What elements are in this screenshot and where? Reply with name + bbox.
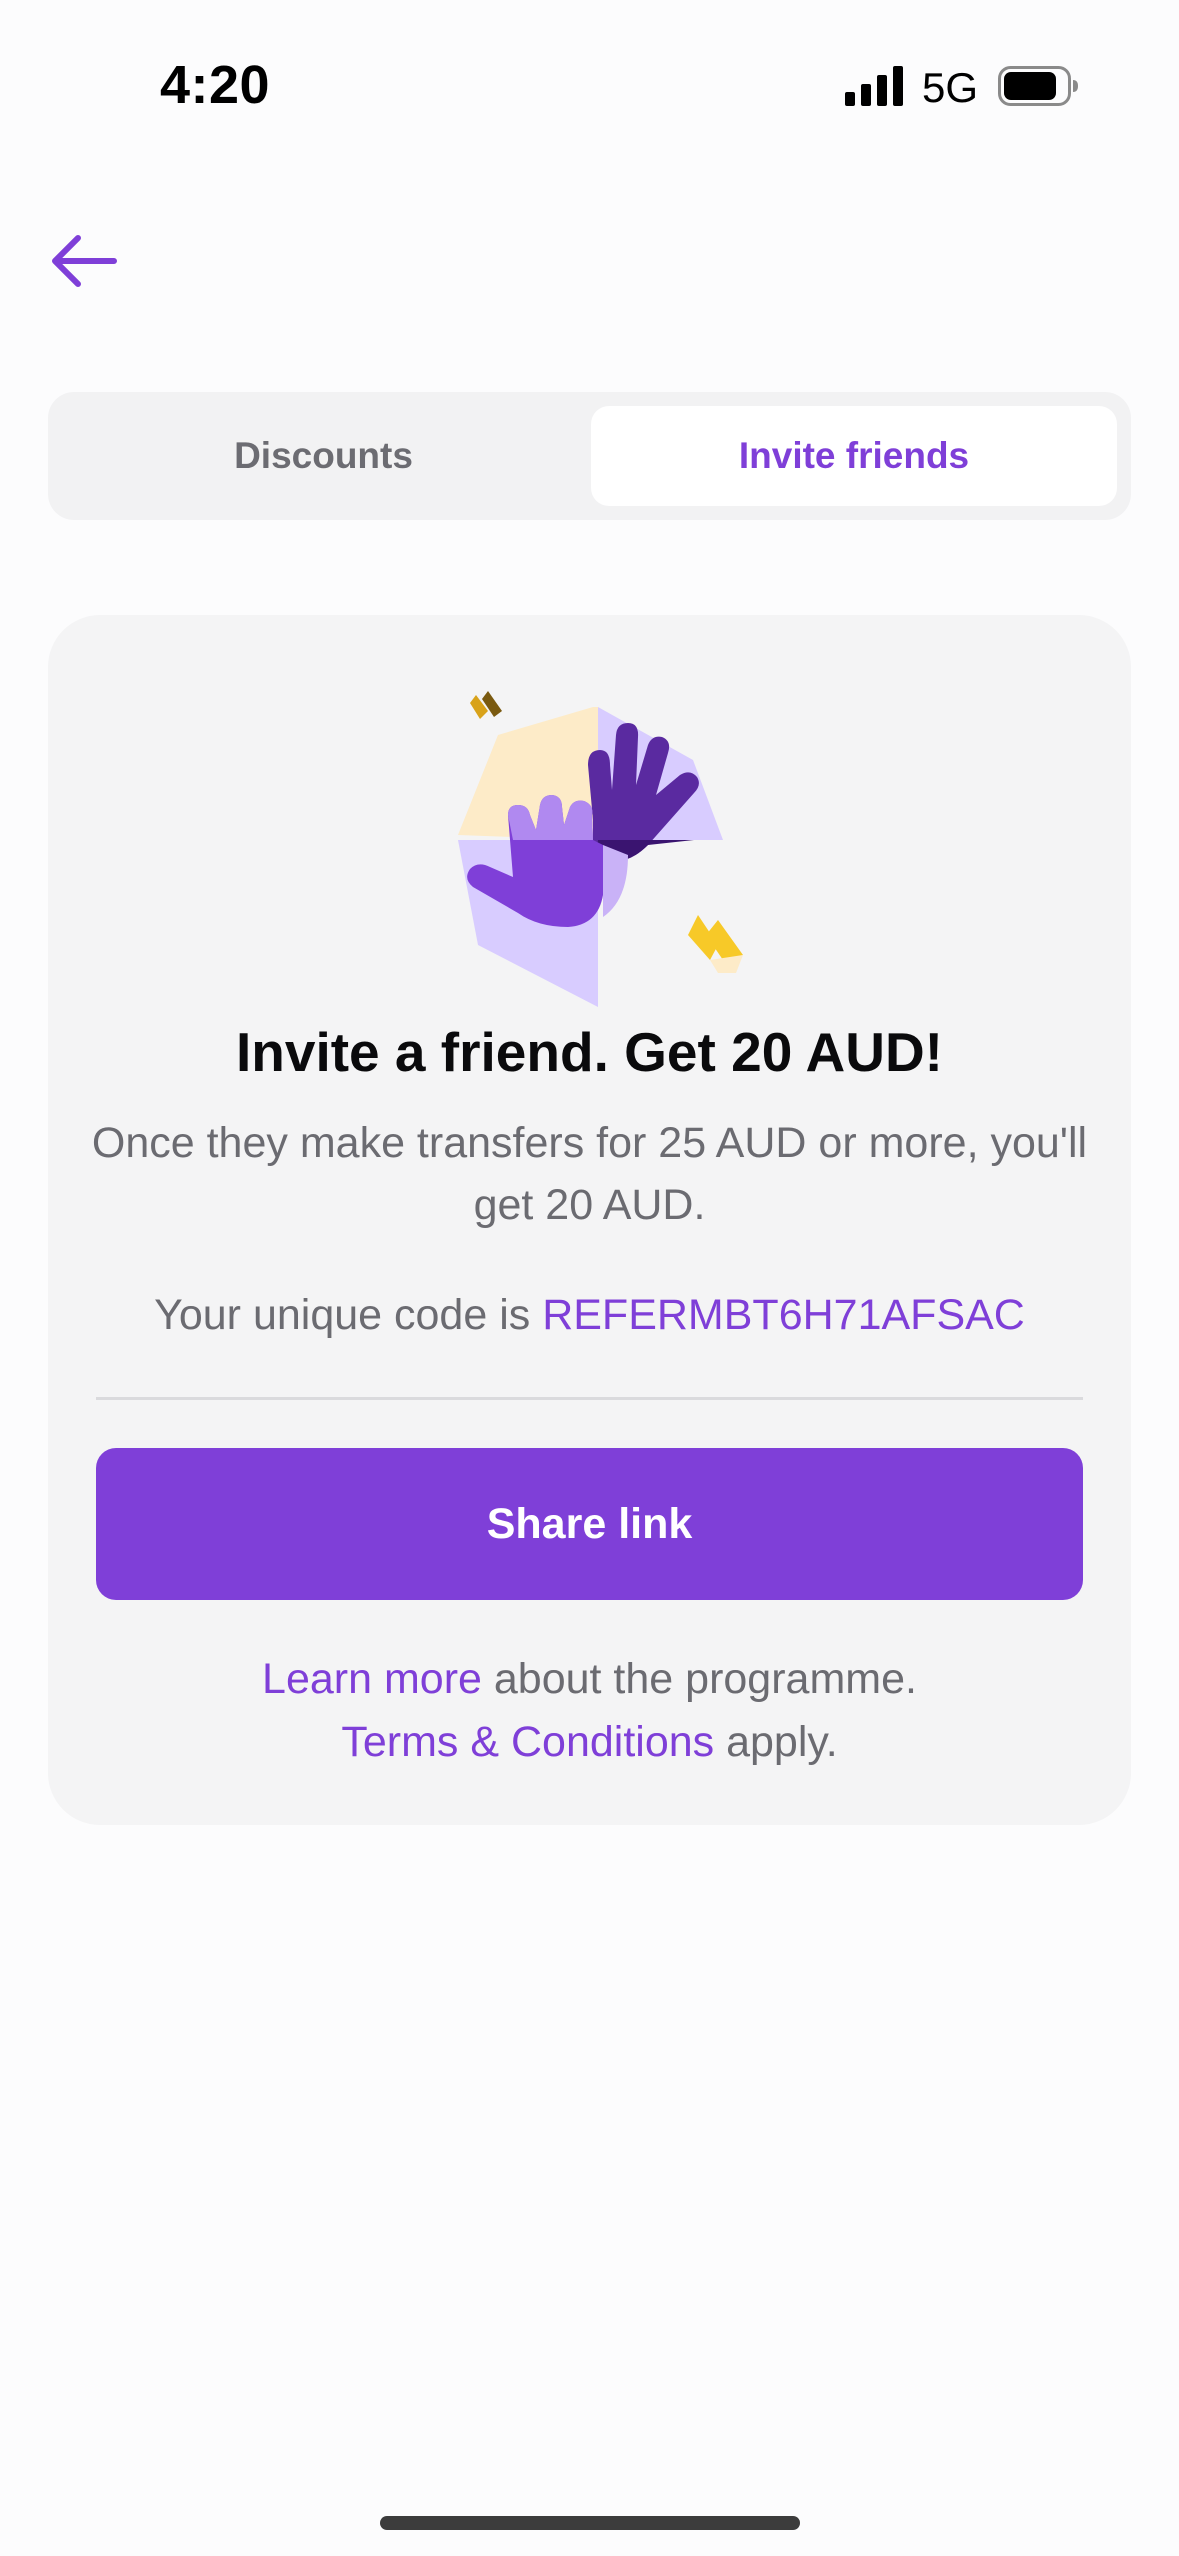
terms-text: apply. <box>714 1718 838 1766</box>
status-bar: 4:20 5G <box>0 0 1179 160</box>
referral-code-line: Your unique code is REFERMBT6H71AFSAC <box>48 1291 1131 1340</box>
invite-description: Once they make transfers for 25 AUD or m… <box>91 1119 1088 1229</box>
back-button[interactable] <box>48 228 120 294</box>
referral-code[interactable]: REFERMBT6H71AFSAC <box>542 1291 1025 1339</box>
learn-more-text: about the programme. <box>481 1655 917 1703</box>
network-type: 5G <box>922 64 979 111</box>
status-time: 4:20 <box>160 55 271 115</box>
segmented-tabs: Discounts Invite friends <box>48 392 1131 520</box>
terms-line: Terms & Conditions apply. <box>48 1718 1131 1767</box>
tab-discounts[interactable]: Discounts <box>62 406 585 506</box>
home-indicator[interactable] <box>380 2516 800 2530</box>
learn-more-line: Learn more about the programme. <box>48 1655 1131 1704</box>
referral-code-label: Your unique code is <box>154 1291 543 1339</box>
high-five-illustration <box>458 691 743 1007</box>
invite-card: Invite a friend. Get 20 AUD! Once they m… <box>48 615 1131 1825</box>
battery-icon <box>998 66 1078 106</box>
learn-more-link[interactable]: Learn more <box>262 1655 482 1703</box>
invite-headline: Invite a friend. Get 20 AUD! <box>236 1021 943 1083</box>
cellular-signal-icon <box>845 66 903 106</box>
tab-invite-friends[interactable]: Invite friends <box>591 406 1117 506</box>
share-link-button[interactable]: Share link <box>96 1448 1083 1600</box>
arrow-left-icon <box>52 235 117 287</box>
terms-link[interactable]: Terms & Conditions <box>341 1718 714 1766</box>
divider <box>96 1397 1083 1400</box>
